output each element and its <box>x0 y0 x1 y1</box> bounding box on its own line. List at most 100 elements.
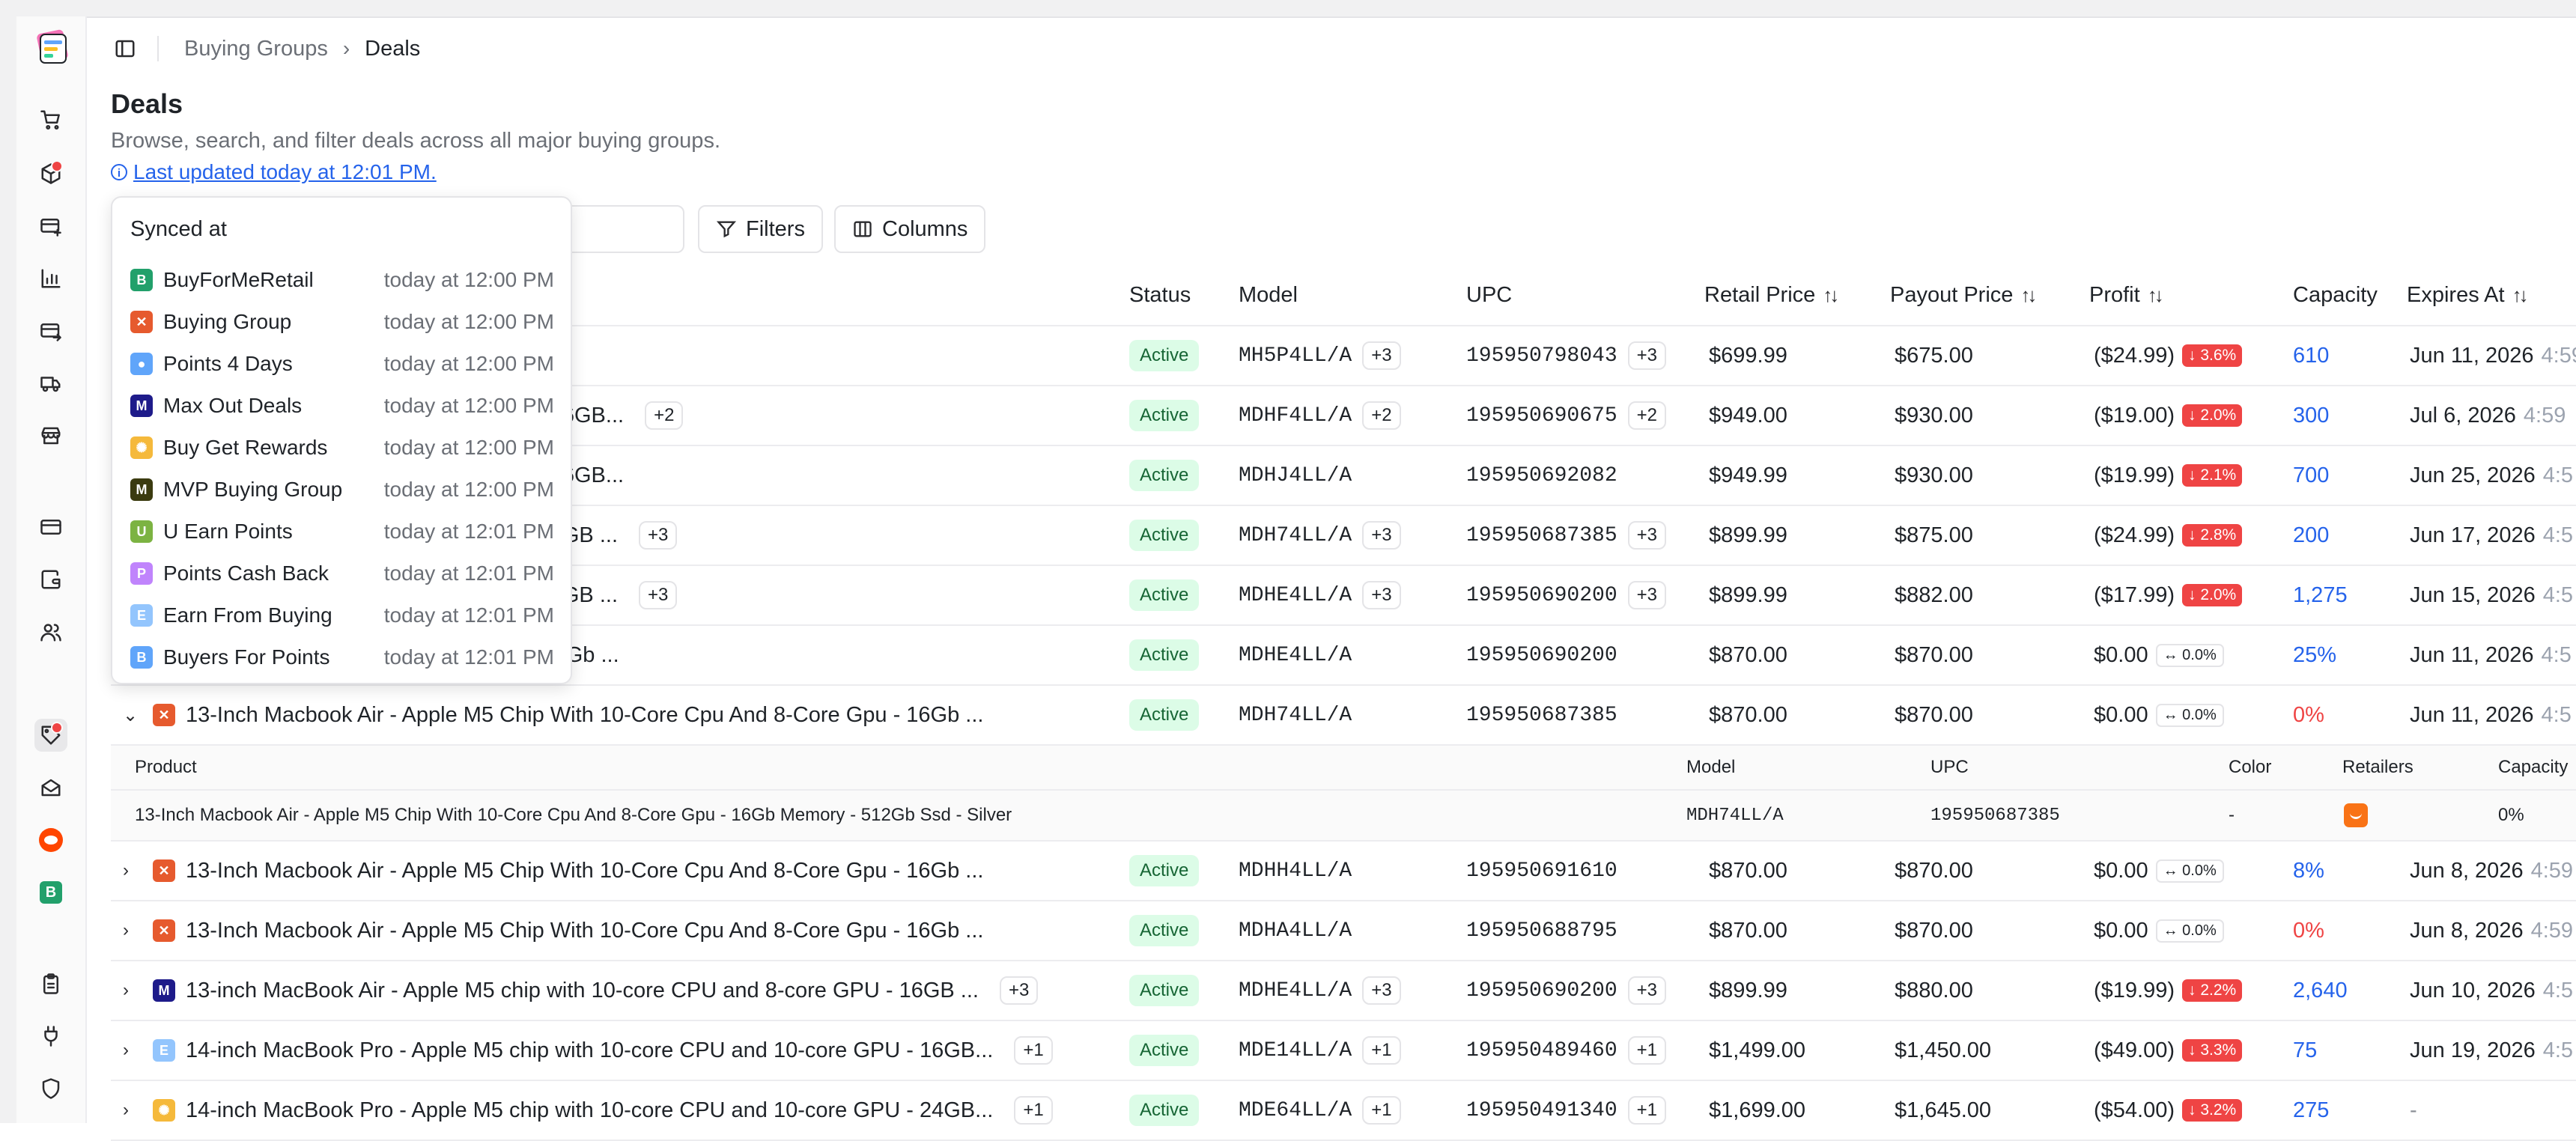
sidebar-item-buyformeretail[interactable]: B <box>34 876 67 909</box>
product-name[interactable]: 14-inch MacBook Pro - Apple M5 chip with… <box>186 1098 993 1123</box>
more-upcs-badge[interactable]: +3 <box>1627 976 1667 1005</box>
chevron-right-icon[interactable]: › <box>123 961 129 1020</box>
product-name[interactable]: 13-Inch Macbook Air - Apple M5 Chip With… <box>186 703 983 728</box>
table-row[interactable]: › ✺ 14-inch MacBook Pro - Apple M5 chip wi… <box>111 1081 2576 1141</box>
last-updated-link[interactable]: i Last updated today at 12:01 PM. <box>111 160 437 184</box>
column-header-model[interactable]: Model <box>1239 283 1298 308</box>
sidebar-item-cart[interactable] <box>34 103 67 136</box>
sidebar-item-deals[interactable] <box>34 719 67 752</box>
capacity-cell[interactable]: 75 <box>2293 1021 2317 1080</box>
more-products-badge[interactable]: +3 <box>639 581 678 609</box>
product-name[interactable]: 13-Inch Macbook Air - Apple M5 Chip With… <box>186 859 983 883</box>
table-row[interactable]: › M 13-inch MacBook Air - Apple M5 chip wi… <box>111 961 2576 1021</box>
table-row[interactable]: › ✕ 13-Inch Macbook Air - Apple M5 Chip Wi… <box>111 901 2576 961</box>
columns-button[interactable]: Columns <box>834 205 986 253</box>
more-products-badge[interactable]: +1 <box>1014 1096 1053 1125</box>
column-header-upc[interactable]: UPC <box>1466 283 1512 308</box>
more-upcs-badge[interactable]: +1 <box>1627 1036 1667 1065</box>
more-models-badge[interactable]: +3 <box>1362 341 1401 370</box>
table-row[interactable]: › ✕ 13-Inch Macbook Air - Apple M5 Chip Wi… <box>111 842 2576 901</box>
expires-cell: Jun 25, 2026 4:5 <box>2410 446 2573 505</box>
sidebar-item-stores[interactable] <box>34 419 67 452</box>
popover-title: Synced at <box>130 217 227 241</box>
chevron-right-icon[interactable]: › <box>123 842 129 900</box>
more-upcs-badge[interactable]: +3 <box>1627 521 1667 550</box>
more-upcs-badge[interactable]: +2 <box>1627 401 1667 430</box>
column-header-retail-price[interactable]: Retail Price ↑↓ <box>1704 283 1839 308</box>
payout-price-cell: $1,450.00 <box>1895 1038 1992 1062</box>
more-upcs-badge[interactable]: +3 <box>1627 581 1667 609</box>
sidebar-toggle-button[interactable] <box>112 36 138 61</box>
breadcrumb-buying-groups[interactable]: Buying Groups <box>184 37 328 61</box>
more-products-badge[interactable]: +3 <box>639 521 678 550</box>
table-row[interactable]: › E 14-inch MacBook Pro - Apple M5 chip wi… <box>111 1021 2576 1081</box>
amazon-icon[interactable] <box>2344 803 2368 827</box>
upc-value: 195950690675 <box>1466 404 1617 428</box>
column-header-capacity[interactable]: Capacity <box>2293 283 2378 308</box>
capacity-cell[interactable]: 25% <box>2293 626 2336 684</box>
sidebar-item-payments[interactable] <box>34 210 67 243</box>
group-name: Earn From Buying <box>163 603 332 627</box>
capacity-cell[interactable]: 610 <box>2293 326 2329 385</box>
sidebar-item-packages[interactable] <box>34 157 67 190</box>
capacity-cell[interactable]: 0% <box>2293 686 2324 744</box>
product-name[interactable]: 14-inch MacBook Pro - Apple M5 chip with… <box>186 1038 993 1063</box>
chevron-right-icon[interactable]: › <box>123 1081 129 1140</box>
chevron-right-icon[interactable]: › <box>123 1021 129 1080</box>
chevron-right-icon[interactable]: › <box>123 901 129 960</box>
expires-cell: Jun 17, 2026 4:5 <box>2410 506 2573 565</box>
more-models-badge[interactable]: +3 <box>1362 581 1401 609</box>
product-name[interactable]: 13-inch MacBook Air - Apple M5 chip with… <box>186 979 979 1003</box>
column-header-status[interactable]: Status <box>1129 283 1191 308</box>
expires-cell: Jun 11, 2026 4:59 <box>2410 326 2576 385</box>
capacity-cell[interactable]: 0% <box>2293 901 2324 960</box>
filters-button[interactable]: Filters <box>698 205 823 253</box>
sidebar-item-shipping[interactable] <box>34 367 67 400</box>
capacity-cell[interactable]: 200 <box>2293 506 2329 565</box>
more-products-badge[interactable]: +2 <box>645 401 684 430</box>
profit-cell: ($19.00) ↓ 2.0% <box>2094 386 2243 445</box>
sidebar-item-integrations[interactable] <box>34 1020 67 1053</box>
model-cell: MDE64LL/A +1 <box>1239 1081 1401 1140</box>
sidebar-item-mail[interactable] <box>34 771 67 804</box>
model-cell: MDHA4LL/A <box>1239 901 1352 960</box>
more-models-badge[interactable]: +2 <box>1362 401 1401 430</box>
expires-time: 4:5 <box>2541 702 2572 727</box>
capacity-cell[interactable]: 300 <box>2293 386 2329 445</box>
model-cell: MDH74LL/A +3 <box>1239 506 1401 565</box>
column-header-payout-price[interactable]: Payout Price ↑↓ <box>1890 283 2037 308</box>
sidebar-item-users[interactable] <box>34 615 67 648</box>
upc-cell: 195950798043 +3 <box>1466 326 1667 385</box>
product-name[interactable]: 13-Inch Macbook Air - Apple M5 Chip With… <box>186 919 983 943</box>
capacity-cell[interactable]: 1,275 <box>2293 566 2348 624</box>
more-products-badge[interactable]: +1 <box>1014 1036 1053 1065</box>
capacity-cell[interactable]: 275 <box>2293 1081 2329 1140</box>
table-row[interactable]: ⌄ ✕ 13-Inch Macbook Air - Apple M5 Chip Wi… <box>111 686 2576 746</box>
detail-header-color: Color <box>2229 757 2272 777</box>
more-upcs-badge[interactable]: +3 <box>1627 341 1667 370</box>
more-upcs-badge[interactable]: +1 <box>1627 1096 1667 1125</box>
column-header-profit[interactable]: Profit ↑↓ <box>2089 283 2164 308</box>
expires-date: Jun 25, 2026 <box>2410 463 2536 487</box>
sidebar-item-cards[interactable] <box>34 511 67 544</box>
sidebar-item-clipboard[interactable] <box>34 967 67 1000</box>
capacity-cell[interactable]: 8% <box>2293 842 2324 900</box>
more-models-badge[interactable]: +3 <box>1362 521 1401 550</box>
sidebar-item-wallet[interactable] <box>34 563 67 596</box>
capacity-cell[interactable]: 700 <box>2293 446 2329 505</box>
filters-label: Filters <box>746 216 805 241</box>
sidebar-item-security[interactable] <box>34 1072 67 1105</box>
app-logo[interactable] <box>31 27 73 69</box>
more-models-badge[interactable]: +1 <box>1362 1096 1401 1125</box>
capacity-cell[interactable]: 2,640 <box>2293 961 2348 1020</box>
more-models-badge[interactable]: +1 <box>1362 1036 1401 1065</box>
synced-at-item: ● Points 4 Days today at 12:00 PM <box>130 343 554 385</box>
more-products-badge[interactable]: +3 <box>999 976 1039 1005</box>
sidebar-item-transactions[interactable] <box>34 314 67 347</box>
profit-cell: $0.00 ↔ 0.0% <box>2094 901 2224 960</box>
sidebar-item-analytics[interactable] <box>34 262 67 295</box>
chevron-down-icon[interactable]: ⌄ <box>123 686 138 744</box>
more-models-badge[interactable]: +3 <box>1362 976 1401 1005</box>
sidebar-item-reddit[interactable] <box>34 824 67 856</box>
column-header-expires-at[interactable]: Expires At ↑↓ <box>2407 283 2529 308</box>
